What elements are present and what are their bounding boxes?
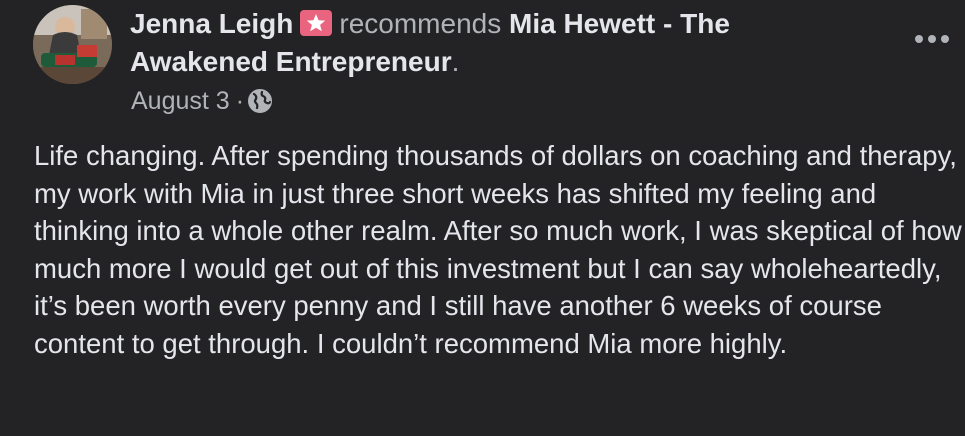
recommends-verb: recommends (339, 8, 502, 39)
star-badge-icon (300, 10, 333, 36)
recommendation-text: Life changing. After spending thousands … (34, 140, 962, 359)
more-dot (915, 35, 923, 43)
author-avatar[interactable] (33, 5, 112, 84)
author-name[interactable]: Jenna Leigh (130, 8, 293, 39)
post-header-line-2: Awakened Entrepreneur. (130, 45, 459, 79)
post-header-line-1: Jenna Leigh recommends Mia Hewett - The (130, 7, 730, 41)
page-name-link[interactable]: Mia Hewett - The (509, 8, 730, 39)
globe-icon[interactable] (247, 88, 273, 114)
post-meta: August 3 · (131, 86, 273, 116)
page-name-link-continued[interactable]: Awakened Entrepreneur (130, 46, 452, 77)
post-date[interactable]: August 3 (131, 86, 230, 116)
more-options-icon[interactable] (915, 28, 949, 50)
trailing-period: . (451, 46, 460, 77)
more-dot (928, 35, 936, 43)
more-dot (941, 35, 949, 43)
meta-separator: · (235, 87, 245, 115)
